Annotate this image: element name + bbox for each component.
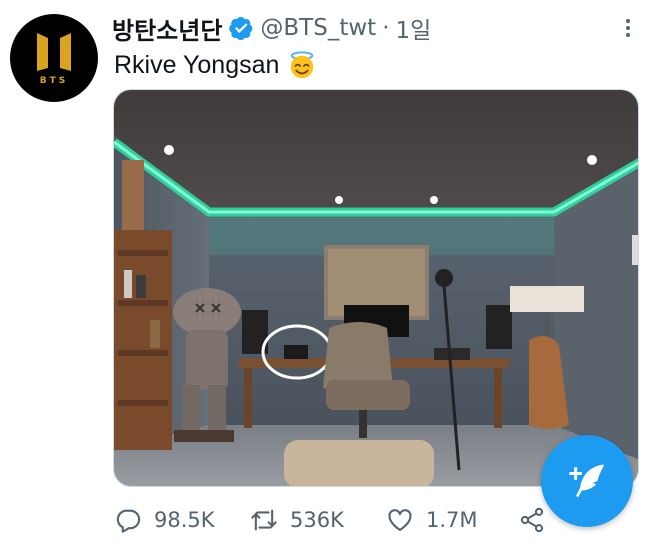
separator-dot: · xyxy=(382,15,390,41)
display-name[interactable]: 방탄소년단 xyxy=(112,11,222,46)
heart-icon xyxy=(388,509,412,531)
user-handle[interactable]: @BTS_twt xyxy=(260,15,376,41)
tweet-actions: 98.5K 536K 1.7M xyxy=(114,504,554,536)
tweet-text: Rkive Yongsan xyxy=(114,48,317,82)
avatar-logo-text: BTS xyxy=(39,75,69,86)
retweet-count: 536K xyxy=(290,508,344,532)
like-count: 1.7M xyxy=(426,508,478,532)
smiling-face-with-halo-icon xyxy=(291,51,314,79)
bts-logo-icon xyxy=(37,32,71,71)
tweet-media-photo[interactable] xyxy=(113,89,639,487)
share-icon xyxy=(520,507,544,533)
retweet-icon xyxy=(251,509,277,531)
reply-count: 98.5K xyxy=(154,508,215,532)
like-button[interactable]: 1.7M xyxy=(386,504,478,536)
tweet-text-body: Rkive Yongsan xyxy=(114,50,280,79)
tweet-header: 방탄소년단 @BTS_twt · 1일 xyxy=(112,10,431,46)
compose-tweet-button[interactable] xyxy=(541,435,633,527)
verified-badge-icon xyxy=(229,16,253,41)
more-horizontal-icon[interactable] xyxy=(613,16,643,40)
reply-button[interactable]: 98.5K xyxy=(114,504,215,536)
reply-icon xyxy=(116,509,141,533)
studio-room-photo xyxy=(114,90,638,486)
avatar[interactable]: BTS xyxy=(10,14,98,102)
tweet-timestamp[interactable]: 1일 xyxy=(396,11,432,45)
retweet-button[interactable]: 536K xyxy=(250,504,344,536)
compose-feather-icon xyxy=(569,464,604,498)
